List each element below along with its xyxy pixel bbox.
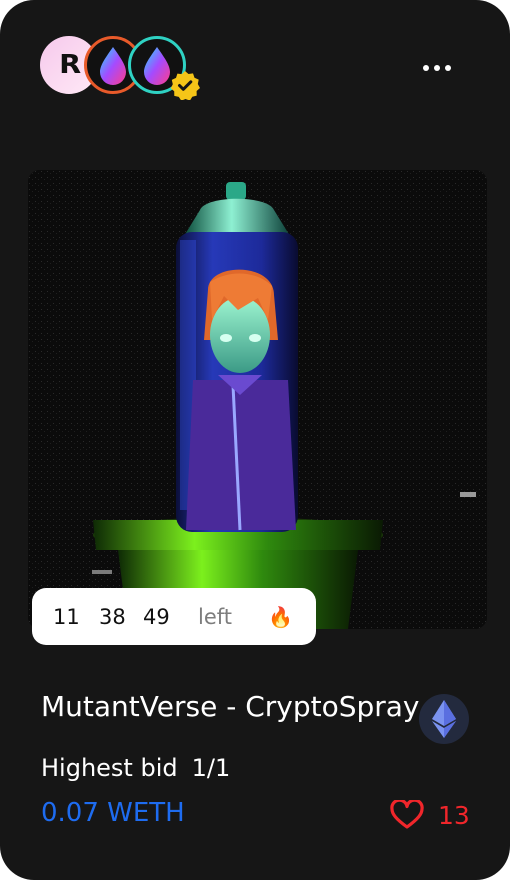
like-count: 13 — [438, 800, 470, 830]
heart-icon — [390, 800, 424, 829]
like-button[interactable]: 13 — [390, 800, 470, 830]
highest-bid-label: Highest bid — [41, 754, 178, 782]
nft-card[interactable]: R 11 38 49 left 🔥 MutantVerse - CryptoSp… — [0, 0, 510, 880]
timer-minutes: 38 — [99, 604, 126, 629]
bid-price: 0.07 WETH — [41, 798, 185, 828]
timer-left-label: left — [198, 604, 233, 629]
timer-seconds: 49 — [143, 604, 170, 629]
timer-hours: 11 — [53, 604, 80, 629]
nft-artwork-image[interactable] — [28, 170, 487, 629]
more-options-button[interactable] — [420, 60, 454, 78]
nft-title[interactable]: MutantVerse - CryptoSpray — [41, 690, 420, 723]
more-dots-icon — [423, 65, 429, 71]
fire-icon: 🔥 — [268, 604, 293, 629]
auction-timer: 11 38 49 left 🔥 — [32, 588, 316, 645]
highest-bid-row: Highest bid 1/1 — [41, 754, 230, 782]
drop-icon — [100, 47, 126, 85]
ethereum-icon — [419, 694, 469, 744]
drop-icon — [144, 47, 170, 85]
edition-label: 1/1 — [191, 754, 231, 782]
verified-badge-icon — [170, 71, 200, 100]
creator-avatars: R — [40, 36, 210, 100]
